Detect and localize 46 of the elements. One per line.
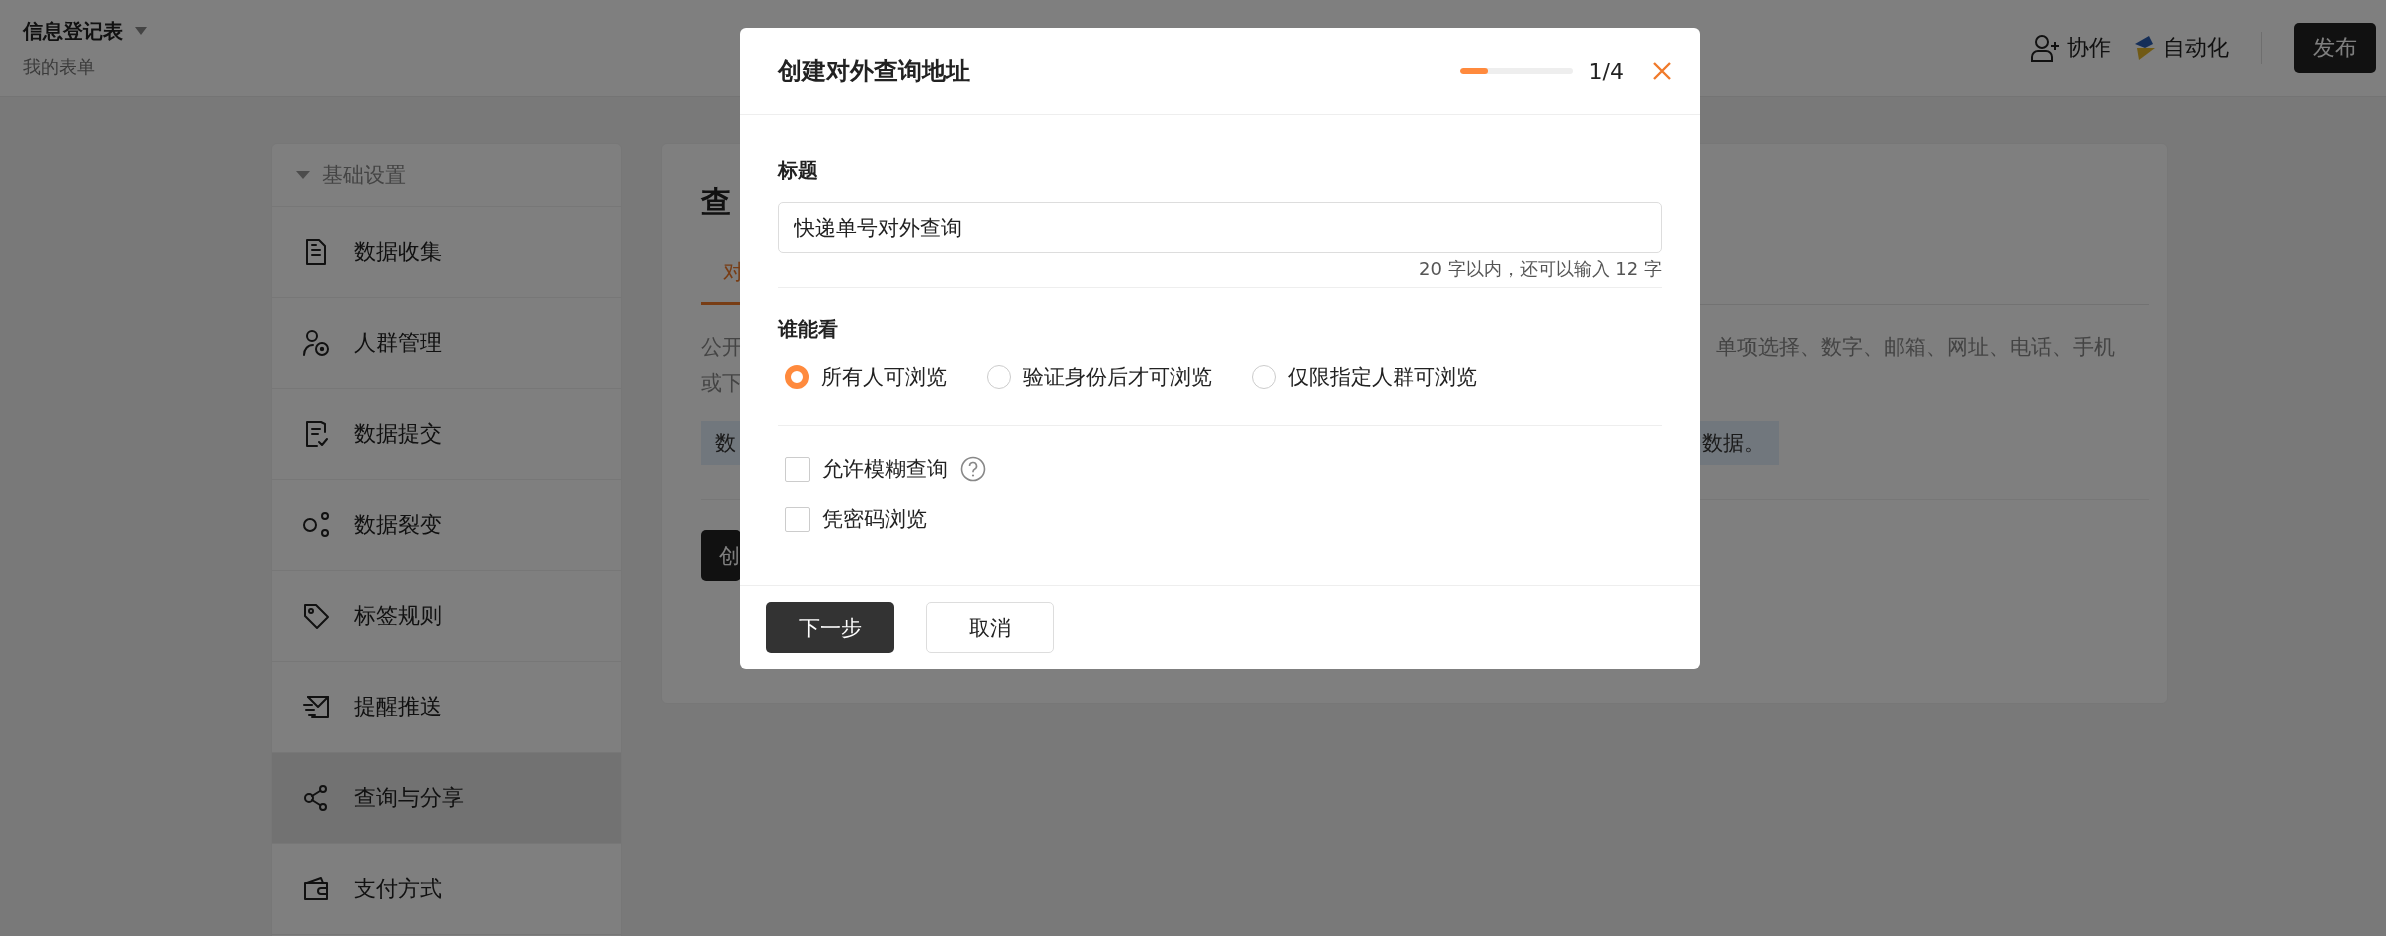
sidebar-item[interactable]: 查询与分享 <box>272 753 621 844</box>
notice-text: 数据。 <box>1700 421 1779 465</box>
collaborate-button[interactable]: 协作 <box>2031 33 2111 63</box>
lightning-icon <box>2133 34 2157 62</box>
title-input[interactable]: 快递单号对外查询 <box>778 202 1662 253</box>
panel-title: 查 <box>701 183 731 221</box>
next-button[interactable]: 下一步 <box>766 602 894 653</box>
close-icon[interactable] <box>1652 61 1672 81</box>
envelope-icon <box>302 693 330 721</box>
user-icon <box>302 329 330 357</box>
sidebar-item[interactable]: 标签规则 <box>272 571 621 662</box>
radio-option[interactable]: 所有人可浏览 <box>785 363 947 391</box>
character-counter: 20 字以内，还可以输入 12 字 <box>1418 257 1662 281</box>
dialog-title: 创建对外查询地址 <box>778 56 971 87</box>
sidebar-item[interactable]: 数据收集 <box>272 207 621 298</box>
share-icon <box>302 784 330 812</box>
caret-icon[interactable] <box>135 27 147 35</box>
form-title[interactable]: 信息登记表 <box>23 17 123 45</box>
checkbox-label[interactable]: 允许模糊查询 <box>822 455 948 483</box>
cancel-button[interactable]: 取消 <box>926 602 1054 653</box>
description-text: 单项选择、数字、邮箱、网址、电话、手机 <box>1716 334 2115 361</box>
group-header[interactable]: 基础设置 <box>272 144 621 207</box>
sidebar-item[interactable]: 人群管理 <box>272 298 621 389</box>
sidebar-item[interactable]: 数据裂变 <box>272 480 621 571</box>
radio-option[interactable]: 验证身份后才可浏览 <box>987 363 1212 391</box>
sidebar-item[interactable]: 支付方式 <box>272 844 621 935</box>
add-user-icon <box>2031 34 2061 62</box>
step-counter: 1/4 <box>1588 58 1624 84</box>
radio-button[interactable] <box>1252 365 1276 389</box>
radio-option[interactable]: 仅限指定人群可浏览 <box>1252 363 1477 391</box>
checkbox[interactable] <box>785 506 810 532</box>
field-label: 标题 <box>778 157 819 184</box>
automation-button[interactable]: 自动化 <box>2133 33 2229 63</box>
publish-button[interactable]: 发布 <box>2294 23 2376 73</box>
checkbox-label[interactable]: 凭密码浏览 <box>822 505 927 533</box>
field-label: 谁能看 <box>778 316 839 343</box>
tag-icon <box>302 602 330 630</box>
create-button[interactable]: 创 <box>701 530 741 581</box>
sidebar-item[interactable]: 数据提交 <box>272 389 621 480</box>
radio-button[interactable] <box>987 365 1011 389</box>
wallet-icon <box>302 875 330 903</box>
help-icon[interactable] <box>960 456 986 482</box>
nodes-icon <box>302 511 330 539</box>
checkbox[interactable] <box>785 456 810 482</box>
radio-button[interactable] <box>785 365 809 389</box>
breadcrumb-text[interactable]: 我的表单 <box>23 54 147 79</box>
